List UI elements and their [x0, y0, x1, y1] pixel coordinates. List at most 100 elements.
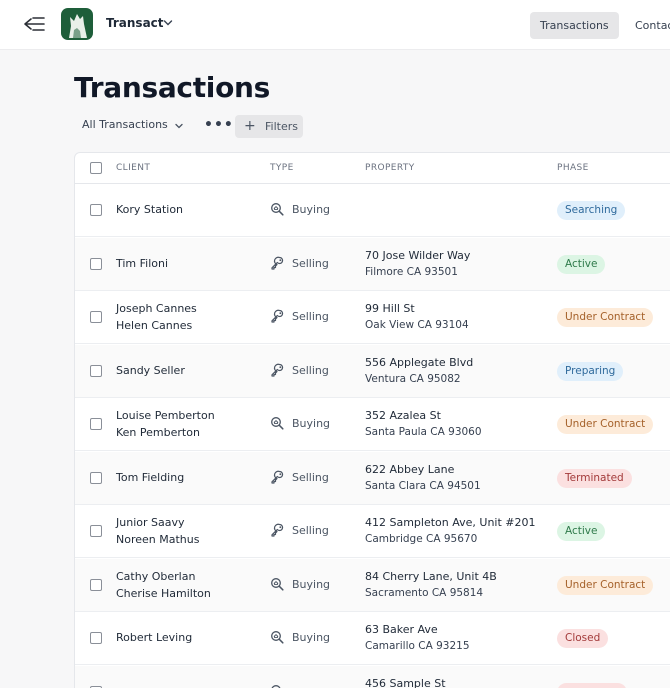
phase-badge: Under Contract — [557, 308, 654, 327]
property-city: Santa Paula CA 93060 — [365, 426, 482, 438]
phase-badge: Active — [557, 522, 606, 541]
transaction-type: Buying — [292, 203, 331, 216]
filters-label: Filters — [265, 120, 298, 133]
table-row[interactable]: Tim Filoni Selling 70 Jose Wilder Way Filmo… — [75, 238, 670, 291]
tab-transactions[interactable]: Transactions — [530, 12, 619, 39]
client-name: Cherise Hamilton — [116, 587, 211, 600]
more-options-button[interactable]: ••• — [204, 118, 234, 132]
client-name: Kory Station — [116, 203, 184, 216]
row-checkbox[interactable] — [90, 525, 102, 537]
table-row[interactable]: Louise Pemberton Ken Pemberton Buying 352 A… — [75, 398, 670, 451]
key-icon — [271, 470, 284, 484]
phase-badge: Active — [557, 255, 606, 274]
property-city: Sacramento CA 95814 — [365, 587, 484, 599]
client-name: Tim Filoni — [116, 257, 169, 270]
chevron-down-icon[interactable] — [174, 121, 184, 131]
tab-contacts[interactable]: Contacts — [625, 12, 670, 39]
phase-badge: Terminated — [557, 469, 632, 488]
property-address: 99 Hill St — [365, 302, 415, 315]
column-header-client[interactable]: CLIENT — [116, 163, 150, 173]
search-home-icon — [271, 685, 281, 688]
row-checkbox[interactable] — [90, 365, 102, 377]
transaction-type: Selling — [292, 257, 329, 270]
table-row[interactable]: Tom Fielding Selling 622 Abbey Lane Santa C… — [75, 452, 670, 505]
client-name: Louise Pemberton — [116, 409, 215, 422]
client-name: Robert Leving — [116, 631, 193, 644]
property-address: 556 Applegate Blvd — [365, 356, 474, 369]
property-address: 352 Azalea St — [365, 409, 441, 422]
search-home-icon — [271, 203, 284, 216]
column-header-type[interactable]: TYPE — [270, 163, 294, 173]
phase-badge: Preparing — [557, 362, 624, 381]
client-name: Cathy Oberlan — [116, 570, 196, 583]
app-name[interactable]: Transact — [106, 16, 164, 30]
search-home-icon — [271, 578, 284, 591]
client-name: Junior Saavy — [116, 516, 185, 529]
property-address: 412 Sampleton Ave, Unit #201 — [365, 516, 536, 529]
row-checkbox[interactable] — [90, 204, 102, 216]
key-icon — [271, 309, 284, 323]
client-name: Tom Fielding — [116, 471, 185, 484]
row-checkbox[interactable] — [90, 418, 102, 430]
table-row[interactable]: Kory Station Buying Searching — [75, 184, 670, 237]
property-address: 63 Baker Ave — [365, 623, 438, 636]
column-header-phase[interactable]: PHASE — [557, 163, 589, 173]
search-home-icon — [271, 417, 284, 430]
chevron-down-icon[interactable] — [162, 17, 174, 29]
collapse-sidebar-icon[interactable] — [22, 14, 48, 34]
transaction-type: Selling — [292, 364, 329, 377]
column-header-property[interactable]: PROPERTY — [365, 163, 415, 173]
select-all-checkbox[interactable] — [90, 162, 102, 174]
transaction-type: Buying — [292, 417, 331, 430]
property-city: Ventura CA 95082 — [365, 373, 461, 385]
view-select[interactable]: All Transactions — [82, 118, 168, 131]
row-checkbox[interactable] — [90, 258, 102, 270]
phase-badge — [557, 683, 627, 688]
property-city: Oak View CA 93104 — [365, 319, 469, 331]
key-icon — [271, 523, 284, 537]
wolf-logo-icon — [69, 14, 87, 38]
client-name: Sandy Seller — [116, 364, 185, 377]
transaction-type: Selling — [292, 310, 329, 323]
table-row[interactable]: Cathy Oberlan Cherise Hamilton Buying 84 Ch… — [75, 559, 670, 612]
table-row[interactable]: Joseph Cannes Helen Cannes Selling 99 Hill … — [75, 291, 670, 344]
property-city: Camarillo CA 93215 — [365, 640, 470, 652]
top-bar: Transact Transactions Contacts — [0, 0, 670, 50]
property-address: 622 Abbey Lane — [365, 463, 455, 476]
search-home-icon — [271, 631, 284, 644]
table-row[interactable]: Junior Saavy Noreen Mathus Selling 412 Samp… — [75, 505, 670, 558]
transaction-type: Selling — [292, 471, 329, 484]
filters-button[interactable]: + Filters — [235, 115, 303, 138]
plus-icon: + — [244, 118, 256, 134]
transaction-type: Buying — [292, 578, 331, 591]
row-checkbox[interactable] — [90, 311, 102, 323]
property-address: 84 Cherry Lane, Unit 4B — [365, 570, 497, 583]
client-name: Helen Cannes — [116, 319, 193, 332]
transactions-table: CLIENT TYPE PROPERTY PHASE Kory Station B… — [74, 152, 670, 688]
table-row[interactable]: 456 Sample St — [75, 666, 670, 688]
table-row[interactable]: Sandy Seller Selling 556 Applegate Blvd Ven… — [75, 345, 670, 398]
phase-badge: Closed — [557, 629, 609, 648]
transaction-type: Buying — [292, 631, 331, 644]
property-city: Cambridge CA 95670 — [365, 533, 478, 545]
row-checkbox[interactable] — [90, 579, 102, 591]
phase-badge: Under Contract — [557, 415, 654, 434]
transaction-type: Selling — [292, 524, 329, 537]
phase-badge: Under Contract — [557, 576, 654, 595]
client-name: Ken Pemberton — [116, 426, 200, 439]
key-icon — [271, 363, 284, 377]
property-address: 456 Sample St — [365, 677, 446, 688]
property-city: Filmore CA 93501 — [365, 266, 458, 278]
table-row[interactable]: Robert Leving Buying 63 Baker Ave Camarillo… — [75, 612, 670, 665]
property-city: Santa Clara CA 94501 — [365, 480, 481, 492]
property-address: 70 Jose Wilder Way — [365, 249, 471, 262]
phase-badge: Searching — [557, 201, 626, 220]
client-name: Noreen Mathus — [116, 533, 200, 546]
page-title: Transactions — [74, 71, 271, 104]
key-icon — [271, 256, 284, 270]
row-checkbox[interactable] — [90, 472, 102, 484]
app-logo[interactable] — [61, 8, 93, 40]
row-checkbox[interactable] — [90, 632, 102, 644]
client-name: Joseph Cannes — [116, 302, 197, 315]
table-header: CLIENT TYPE PROPERTY PHASE — [75, 153, 670, 184]
